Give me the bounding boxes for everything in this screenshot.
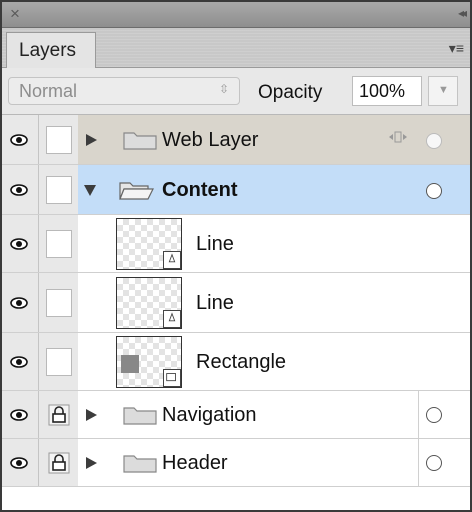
layer-row-rectangle[interactable]: Rectangle [2,333,470,391]
folder-icon [123,407,157,425]
collapse-arrow-icon[interactable] [84,185,96,196]
lock-toggle[interactable] [46,348,72,376]
layer-name[interactable]: Line [196,233,234,256]
lock-toggle[interactable] [46,176,72,204]
tab-layers-label: Layers [19,40,77,61]
layer-name[interactable]: Content [162,179,238,202]
opacity-dropdown-button[interactable]: ▼ [428,76,458,106]
close-icon[interactable]: × [10,4,20,24]
tab-layers[interactable]: Layers [6,32,96,68]
lock-toggle[interactable] [46,126,72,154]
eye-icon[interactable] [10,356,28,368]
eye-icon[interactable] [10,409,28,421]
opacity-value: 100% [359,81,406,101]
eye-icon[interactable] [10,457,28,469]
layer-name[interactable]: Header [162,452,228,475]
collapse-icon[interactable]: ◂◂ [458,6,467,20]
lock-icon[interactable] [48,404,70,426]
layer-name[interactable]: Navigation [162,404,257,427]
pen-icon [163,251,181,269]
expand-arrow-icon[interactable] [86,134,97,146]
layer-target-circle[interactable] [426,133,442,149]
layer-row-line[interactable]: Line [2,215,470,273]
panel-titlebar: × ◂◂ [2,2,470,28]
layer-name[interactable]: Line [196,292,234,315]
layer-row-content[interactable]: Content [2,165,470,215]
web-layer-icon [389,131,407,143]
layers-list: Web Layer Content Line Line Rectangle Na… [2,115,470,510]
open-folder-icon [119,182,154,200]
eye-icon[interactable] [10,238,28,250]
eye-icon[interactable] [10,184,28,196]
expand-arrow-icon[interactable] [86,409,97,421]
layer-thumbnail [116,218,182,270]
rectangle-icon [163,369,181,387]
opacity-field[interactable]: 100% [352,76,422,106]
folder-icon [123,455,157,473]
layer-row-web-layer[interactable]: Web Layer [2,115,470,165]
layers-panel: × ◂◂ Layers ▾≡ Normal ⇳ Opacity 100% ▼ W… [0,0,472,512]
panel-menu-icon[interactable]: ▾≡ [449,40,464,57]
layer-target-circle[interactable] [426,407,442,423]
eye-icon[interactable] [10,297,28,309]
layer-thumbnail [116,336,182,388]
empty-list-area [2,487,470,510]
chevron-down-icon: ▼ [438,84,449,96]
layer-row-navigation[interactable]: Navigation [2,391,470,439]
layer-row-line[interactable]: Line [2,273,470,333]
layer-controls: Normal ⇳ Opacity 100% ▼ [2,69,470,115]
layer-thumbnail [116,277,182,329]
updown-arrows-icon: ⇳ [218,82,229,96]
lock-toggle[interactable] [46,289,72,317]
layer-name[interactable]: Rectangle [196,351,286,374]
layer-row-header[interactable]: Header [2,439,470,487]
layer-name[interactable]: Web Layer [162,129,258,152]
layer-target-circle[interactable] [426,183,442,199]
lock-icon[interactable] [48,452,70,474]
expand-arrow-icon[interactable] [86,457,97,469]
folder-icon [123,132,157,150]
blend-mode-value: Normal [19,81,78,101]
tab-strip: Layers ▾≡ [2,28,470,68]
lock-toggle[interactable] [46,230,72,258]
pen-icon [163,310,181,328]
layer-target-circle[interactable] [426,455,442,471]
eye-icon[interactable] [10,134,28,146]
blend-mode-select[interactable]: Normal ⇳ [8,77,240,105]
opacity-label: Opacity [258,82,323,103]
